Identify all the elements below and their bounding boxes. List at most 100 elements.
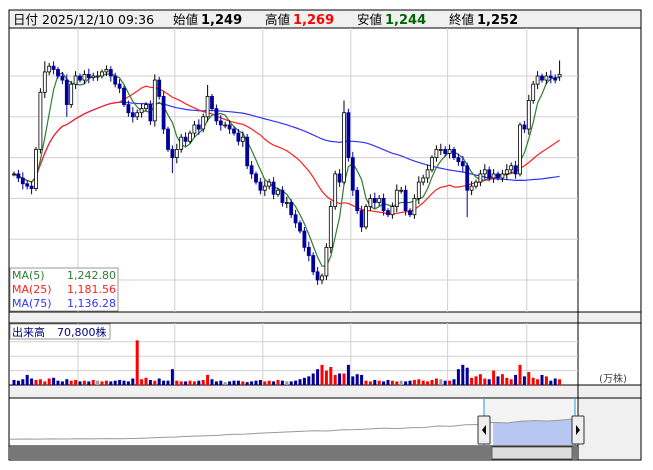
volume-bar [135,340,139,385]
volume-bar [540,374,544,385]
candle-body [95,75,100,78]
candle-body [478,173,483,183]
volume-bar [522,376,526,385]
candle-body [452,149,456,159]
volume-bar [258,379,262,385]
candle-body [482,169,487,175]
volume-bar [118,379,122,385]
candle-body [390,206,395,216]
nav-right-handle[interactable] [571,415,585,445]
candle-body [192,124,197,134]
volume-bar [241,381,245,385]
volume-bar [236,380,240,385]
volume-bar [157,378,161,385]
volume-bar [43,381,47,385]
volume-bar [214,381,218,385]
volume-bar [518,364,522,385]
candle-body [29,185,34,190]
candle-body [302,230,307,248]
volume-bar [21,379,25,385]
volume-bar [184,381,188,385]
candle-body [526,100,531,130]
volume-bar [377,380,381,385]
volume-bar [456,369,460,385]
candle-body [522,124,527,130]
candle-body [337,173,342,183]
volume-value: 70,800株 [57,325,107,339]
volume-bar [148,379,152,385]
candle-body [381,197,386,212]
volume-bar [452,379,456,385]
volume-bar [509,379,513,385]
candle-body [394,189,399,207]
candle-body [456,157,461,163]
volume-bar [434,378,438,385]
volume-legend: 出来高 70,800株 [9,323,111,340]
volume-bar [69,380,73,385]
volume-bar [531,377,535,385]
candle-body [438,149,443,151]
candle-body [496,173,500,179]
candle-body [298,222,302,232]
candle-body [548,75,553,79]
volume-bar [320,364,324,385]
candle-body [377,197,382,203]
candle-body [540,75,544,81]
candle-body [25,183,30,187]
candle-body [531,83,536,101]
candle-body [64,79,69,105]
high-value: 1,269 [293,13,334,28]
candle-body [293,214,298,224]
candle-body [51,65,56,70]
candle-body [328,206,333,248]
volume-bar [360,374,364,385]
volume-bar [307,376,311,385]
volume-bar [412,379,416,385]
volume-bar [188,380,192,385]
volume-bar [417,379,421,385]
candle-body [179,136,184,150]
volume-bar [162,380,166,385]
candle-body [249,165,254,175]
volume-bar [228,381,232,385]
candle-body [518,124,522,175]
ma-legend: MA(5) 1,242.80 MA(25) 1,181.56 MA(75) 1,… [9,267,119,312]
candle-body [130,112,135,118]
volume-bar [390,380,394,385]
scrollbar-thumb[interactable] [491,446,573,460]
candle-body [139,108,144,114]
candle-body [350,157,355,191]
candle-body [240,136,245,142]
volume-bar [245,382,249,385]
volume-bar [131,378,135,385]
volume-bar [487,379,491,385]
candle-body [56,69,60,77]
volume-bar [527,372,531,385]
ma5-value: 1,242.80 [67,269,116,282]
volume-bar [333,374,337,385]
volume-bar [364,380,368,385]
candle-body [306,246,311,256]
volume-bar [421,380,425,385]
candle-body [122,87,126,105]
candle-body [500,173,505,179]
volume-bar [179,381,183,385]
volume-bar [338,373,342,385]
candle-body [267,181,272,187]
candle-body [218,120,223,126]
volume-bar [175,380,179,385]
candle-body [403,189,408,212]
candle-body [368,197,373,207]
candle-body [324,246,329,277]
close-value: 1,252 [477,13,518,28]
candle-body [100,71,104,77]
volume-bar [285,381,289,385]
candle-body [113,75,118,85]
volume-bar [430,379,434,385]
candle-body [276,189,280,195]
candle-body [416,181,421,199]
candle-body [359,210,364,228]
nav-left-handle[interactable] [477,415,491,445]
volume-bar [302,377,306,385]
volume-bar [34,379,38,385]
